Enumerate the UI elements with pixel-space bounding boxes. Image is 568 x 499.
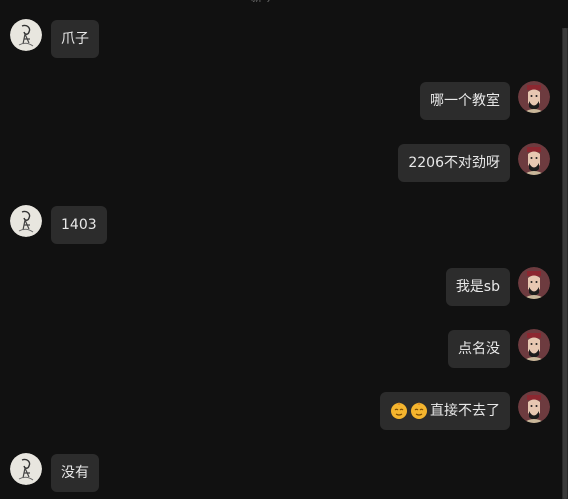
smug-face-icon bbox=[410, 396, 428, 419]
portrait-avatar[interactable] bbox=[518, 143, 550, 175]
portrait-avatar[interactable] bbox=[518, 81, 550, 113]
portrait-avatar[interactable] bbox=[518, 329, 550, 361]
message-bubble[interactable]: 没有 bbox=[51, 454, 99, 492]
message-bubble[interactable]: 哪一个教室 bbox=[420, 82, 510, 120]
scrollbar[interactable] bbox=[562, 28, 568, 499]
message-row: 爪子 bbox=[10, 19, 110, 58]
message-row: 2206不对劲呀 bbox=[398, 143, 550, 182]
message-row: 没有 bbox=[10, 453, 110, 492]
message-row: 哪一个教室 bbox=[400, 81, 550, 120]
smug-face-icon bbox=[390, 396, 408, 419]
message-bubble[interactable]: 点名没 bbox=[448, 330, 510, 368]
message-row: 直接不去了 bbox=[360, 391, 550, 430]
chat-window: 新今 爪子 哪一个教室 bbox=[0, 0, 562, 499]
sketch-avatar[interactable] bbox=[10, 19, 42, 51]
scroll-thumb[interactable] bbox=[563, 28, 567, 499]
message-bubble[interactable]: 我是sb bbox=[445, 268, 510, 306]
sketch-avatar[interactable] bbox=[10, 205, 42, 237]
portrait-avatar[interactable] bbox=[518, 267, 550, 299]
sketch-avatar[interactable] bbox=[10, 453, 42, 485]
portrait-avatar[interactable] bbox=[518, 391, 550, 423]
message-row: 我是sb bbox=[400, 267, 550, 306]
message-row: 点名没 bbox=[400, 329, 550, 368]
message-bubble[interactable]: 爪子 bbox=[51, 20, 99, 58]
message-bubble[interactable]: 2206不对劲呀 bbox=[398, 144, 510, 182]
previous-message-fragment: 新今 bbox=[251, 0, 277, 2]
message-text: 直接不去了 bbox=[430, 403, 500, 419]
message-bubble[interactable]: 1403 bbox=[51, 206, 107, 244]
message-bubble[interactable]: 直接不去了 bbox=[380, 392, 510, 430]
message-row: 1403 bbox=[10, 205, 110, 244]
